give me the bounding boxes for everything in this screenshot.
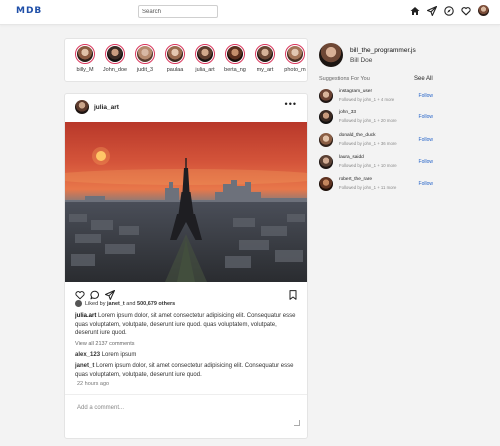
search-input[interactable] bbox=[138, 5, 218, 18]
add-comment-input[interactable] bbox=[75, 403, 301, 433]
suggestion-avatar[interactable] bbox=[319, 177, 333, 191]
story-avatar bbox=[105, 44, 125, 64]
compass-icon[interactable] bbox=[444, 5, 454, 16]
post-author-avatar[interactable] bbox=[75, 100, 89, 114]
send-icon[interactable] bbox=[427, 5, 437, 16]
story-avatar bbox=[225, 44, 245, 64]
suggestion-followed-by: Followed by john_1 + 10 more bbox=[339, 163, 397, 168]
suggestion-item: laura_saidd Followed by john_1 + 10 more… bbox=[319, 153, 435, 173]
suggestion-username[interactable]: donald_the_duck bbox=[339, 133, 376, 138]
suggestion-item: donald_the_duck Followed by john_1 + 36 … bbox=[319, 131, 435, 151]
comment-text: Lorem ipsum dolor, sit amet consectetur … bbox=[75, 363, 294, 378]
comment-username[interactable]: alex_123 bbox=[75, 352, 100, 358]
bookmark-icon[interactable] bbox=[289, 287, 297, 305]
suggestion-avatar[interactable] bbox=[319, 133, 333, 147]
current-user-username[interactable]: bill_the_programmer.js bbox=[350, 47, 416, 54]
suggestion-item: instagram_user Followed by john_1 + 4 mo… bbox=[319, 87, 435, 107]
liker-avatar bbox=[75, 300, 82, 307]
profile-avatar[interactable] bbox=[478, 5, 489, 16]
comment-item: alex_123 Lorem ipsum bbox=[75, 352, 136, 358]
current-user-card: bill_the_programmer.js Bill Doe bbox=[319, 43, 416, 67]
liker-username[interactable]: janet_t bbox=[107, 301, 125, 307]
current-user-avatar[interactable] bbox=[319, 43, 343, 67]
brand-logo[interactable]: MDB bbox=[16, 6, 42, 16]
caption-text: Lorem ipsum dolor, sit amet consectetur … bbox=[75, 313, 296, 336]
home-icon[interactable] bbox=[410, 6, 420, 16]
story-item[interactable]: photo_m bbox=[281, 44, 307, 73]
suggestion-followed-by: Followed by john_1 + 4 more bbox=[339, 97, 395, 102]
story-item[interactable]: billy_M bbox=[71, 44, 99, 73]
comment-text: Lorem ipsum bbox=[101, 352, 137, 358]
suggestion-username[interactable]: john_33 bbox=[339, 110, 356, 115]
story-avatar bbox=[75, 44, 95, 64]
suggestion-followed-by: Followed by john_1 + 11 more bbox=[339, 185, 397, 190]
story-item[interactable]: my_art bbox=[251, 44, 279, 73]
post-header: julia_art bbox=[75, 100, 119, 114]
suggestion-item: john_33 Followed by john_1 + 20 more Fol… bbox=[319, 108, 435, 128]
divider bbox=[65, 394, 307, 395]
comment-username[interactable]: janet_t bbox=[75, 363, 94, 369]
story-item[interactable]: John_doe bbox=[101, 44, 129, 73]
story-avatar bbox=[135, 44, 155, 64]
suggestion-followed-by: Followed by john_1 + 20 more bbox=[339, 118, 397, 123]
follow-button[interactable]: Follow bbox=[419, 114, 433, 120]
caption-username[interactable]: julia.art bbox=[75, 313, 96, 319]
story-avatar bbox=[195, 44, 215, 64]
story-item[interactable]: judit_3 bbox=[131, 44, 159, 73]
liked-by-line: Liked by janet_t and 500,679 others bbox=[75, 300, 175, 307]
story-item[interactable]: paulaa bbox=[161, 44, 189, 73]
see-all-link[interactable]: See All bbox=[414, 76, 433, 82]
more-options-icon[interactable]: ••• bbox=[285, 99, 297, 109]
suggestion-avatar[interactable] bbox=[319, 155, 333, 169]
suggestion-username[interactable]: laura_saidd bbox=[339, 155, 364, 160]
suggestion-username[interactable]: instagram_user bbox=[339, 89, 372, 94]
paris-eiffel-tower-photo bbox=[65, 122, 307, 282]
suggestion-item: robert_the_rare Followed by john_1 + 11 … bbox=[319, 175, 435, 195]
nav-icons bbox=[410, 5, 489, 16]
follow-button[interactable]: Follow bbox=[419, 93, 433, 99]
view-all-comments-link[interactable]: View all 2137 comments bbox=[75, 341, 135, 347]
suggestion-followed-by: Followed by john_1 + 36 more bbox=[339, 141, 397, 146]
post-timestamp: 22 hours ago bbox=[77, 381, 110, 387]
story-item[interactable]: julia_art bbox=[191, 44, 219, 73]
current-user-name: Bill Doe bbox=[350, 56, 373, 64]
post-image[interactable] bbox=[65, 122, 307, 282]
story-avatar bbox=[285, 44, 305, 64]
suggestion-username[interactable]: robert_the_rare bbox=[339, 177, 372, 182]
textarea-resize-handle[interactable] bbox=[294, 420, 300, 426]
post-author-username[interactable]: julia_art bbox=[94, 104, 119, 111]
story-item[interactable]: berta_ng bbox=[221, 44, 249, 73]
likes-count[interactable]: 500,679 others bbox=[137, 301, 175, 307]
suggestion-avatar[interactable] bbox=[319, 110, 333, 124]
follow-button[interactable]: Follow bbox=[419, 181, 433, 187]
story-avatar bbox=[255, 44, 275, 64]
comment-item: janet_t Lorem ipsum dolor, sit amet cons… bbox=[75, 362, 299, 379]
follow-button[interactable]: Follow bbox=[419, 137, 433, 143]
follow-button[interactable]: Follow bbox=[419, 159, 433, 165]
heart-icon[interactable] bbox=[461, 6, 471, 16]
top-navbar: MDB bbox=[0, 0, 500, 25]
post-card: julia_art ••• Liked by janet_t and 500,6… bbox=[64, 93, 308, 439]
post-caption: julia.art Lorem ipsum dolor, sit amet co… bbox=[75, 312, 299, 338]
suggestions-title: Suggestions For You bbox=[319, 76, 370, 82]
stories-bar: billy_M John_doe judit_3 paulaa julia_ar… bbox=[64, 38, 308, 82]
suggestion-avatar[interactable] bbox=[319, 89, 333, 103]
story-avatar bbox=[165, 44, 185, 64]
